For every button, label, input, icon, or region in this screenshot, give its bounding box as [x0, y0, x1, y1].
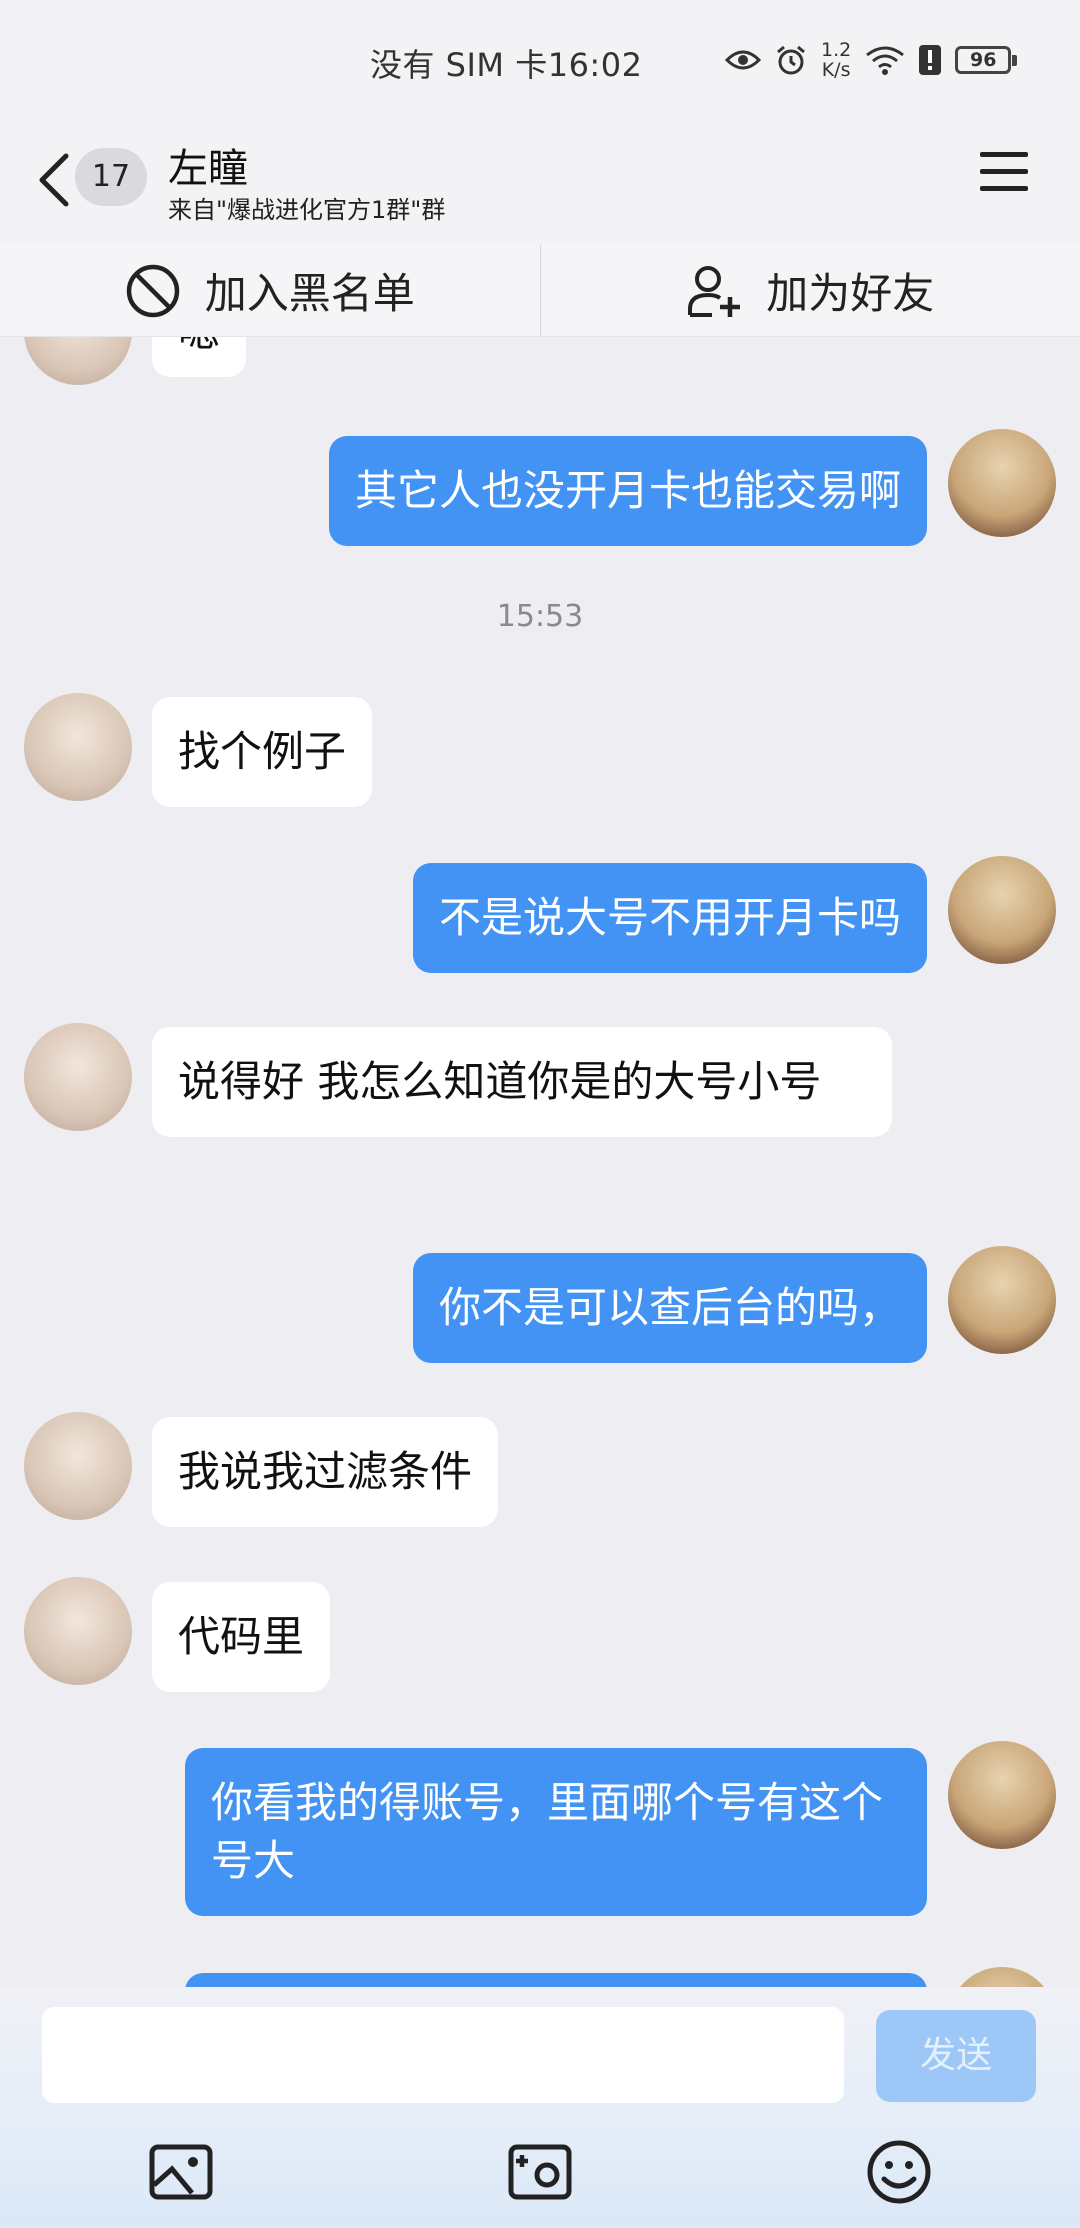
message-bubble-me[interactable]: 不是说大号不用开月卡吗 [412, 863, 927, 973]
net-speed-value: 1.2 [821, 39, 852, 61]
add-to-blacklist-button[interactable]: 加入黑名单 [0, 245, 540, 336]
message-list[interactable]: 嗯 其它人也没开月卡也能交易啊 15:53 找个例子 不是说大号不用开月卡吗 说… [0, 337, 1080, 1987]
message-bubble-other[interactable]: 代码里 [152, 1582, 331, 1692]
contact-avatar[interactable] [24, 1412, 132, 1520]
emoji-icon[interactable] [864, 2137, 934, 2207]
message-bubble-other[interactable]: 找个例子 [152, 697, 373, 807]
contact-avatar[interactable] [24, 337, 132, 385]
my-avatar[interactable] [948, 1967, 1056, 1987]
message-bubble-me[interactable]: 你不是可以查后台的吗， [412, 1253, 927, 1363]
net-speed-unit: K/s [821, 59, 851, 81]
message-bubble-me[interactable]: 其它人也没开月卡也能交易啊 [328, 436, 927, 546]
unread-badge[interactable]: 17 [75, 148, 147, 206]
chat-header [0, 125, 1080, 245]
message-input[interactable] [42, 2007, 844, 2103]
my-avatar[interactable] [948, 856, 1056, 964]
stranger-action-bar: 加入黑名单 加为好友 [0, 245, 1080, 337]
message-timestamp: 15:53 [496, 599, 584, 634]
status-carrier-time: 没有 SIM 卡16:02 [370, 46, 643, 84]
my-avatar[interactable] [948, 429, 1056, 537]
my-avatar[interactable] [948, 1741, 1056, 1849]
eye-icon [725, 50, 761, 70]
wifi-icon [866, 46, 905, 75]
contact-avatar[interactable] [24, 1023, 132, 1131]
menu-icon[interactable] [980, 152, 1028, 196]
blacklist-label: 加入黑名单 [204, 269, 415, 318]
camera-icon[interactable] [505, 2137, 575, 2207]
alert-icon [919, 45, 942, 75]
message-bubble-other[interactable]: 我说我过滤条件 [152, 1417, 499, 1527]
status-icons: 1.2 K/s 96 [725, 38, 1018, 82]
contact-avatar[interactable] [24, 693, 132, 801]
add-user-icon [688, 265, 741, 317]
message-bubble-other[interactable]: 嗯 [152, 337, 247, 377]
message-bubble-me-partial[interactable] [185, 1973, 927, 1987]
send-button[interactable]: 发送 [876, 2010, 1036, 2102]
contact-name: 左瞳 [168, 146, 248, 192]
message-bubble-other[interactable]: 说得好 我怎么知道你是的大号小号 [152, 1027, 892, 1137]
net-speed: 1.2 K/s [821, 40, 851, 80]
input-area: 发送 [0, 1987, 1080, 2228]
contact-source: 来自"爆战进化官方1群"群 [168, 196, 446, 224]
add-friend-button[interactable]: 加为好友 [541, 245, 1080, 336]
status-bar: 没有 SIM 卡16:02 1.2 K/s 96 [0, 0, 1080, 125]
add-friend-label: 加为好友 [766, 269, 935, 318]
my-avatar[interactable] [948, 1246, 1056, 1354]
image-icon[interactable] [146, 2137, 216, 2207]
contact-avatar[interactable] [24, 1577, 132, 1685]
alarm-icon [777, 45, 805, 75]
battery-indicator: 96 [955, 46, 1018, 74]
block-icon [126, 264, 179, 317]
message-bubble-me[interactable]: 你看我的得账号，里面哪个号有这个号大 [185, 1748, 927, 1916]
